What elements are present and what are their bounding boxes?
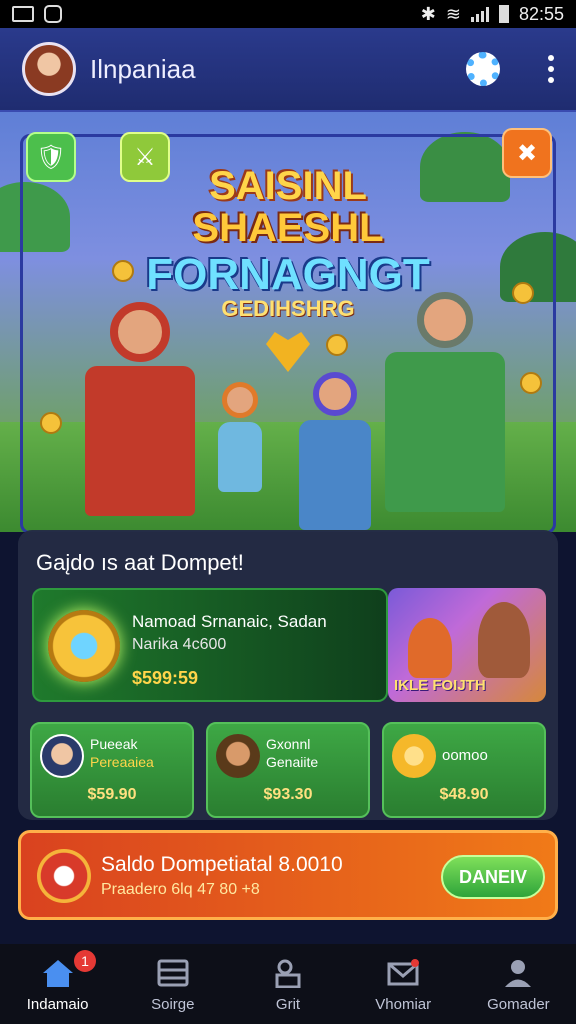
- app-title: Ilnpaniaa: [90, 53, 196, 84]
- promo-thumbnail[interactable]: IKLE FOIJTH: [388, 588, 546, 702]
- thumbnail-label: IKLE FOIJTH: [394, 677, 486, 694]
- item-name: oomoo: [442, 747, 488, 764]
- mail-icon: [387, 959, 420, 986]
- wifi-icon: ≋: [445, 3, 461, 24]
- item-card[interactable]: Gxonnl Genaiite $93.30: [206, 722, 370, 818]
- kebab-menu-icon[interactable]: [548, 55, 554, 83]
- camera-notification-icon: [44, 5, 62, 23]
- promo-price: $599:59: [132, 668, 199, 688]
- item-price: $59.90: [87, 786, 137, 803]
- coin-icon: [392, 734, 436, 778]
- banner-title: Saldo Dompetiatal 8.0010: [101, 853, 343, 876]
- item-subname: Pereaaiea: [90, 754, 154, 770]
- nav-item-profile[interactable]: Gomader: [461, 944, 576, 1024]
- item-price: $93.30: [263, 786, 313, 803]
- avatar-icon: [216, 734, 260, 778]
- thumbnail-character: [408, 618, 452, 678]
- balance-banner: Saldo Dompetiatal 8.0010 Praadero 6lq 47…: [18, 830, 558, 920]
- nav-label: Indamaio: [26, 996, 89, 1013]
- nav-label: Soirge: [151, 996, 195, 1013]
- status-bar: ✱ ≋ 82:55: [0, 0, 576, 28]
- promo-card[interactable]: Namoad Srnanaic, Sadan Narika 4c600 $599…: [32, 588, 388, 702]
- bluetooth-icon: ✱: [420, 3, 436, 24]
- promo-title: Namoad Srnanaic, Sadan: [132, 612, 327, 631]
- banner-action-button[interactable]: DANEIV: [441, 855, 545, 899]
- item-name: Pueeak: [90, 736, 138, 752]
- avatar[interactable]: [22, 42, 76, 96]
- hero-character-green: [370, 292, 520, 512]
- battery-icon: [498, 5, 509, 23]
- coin-icon: [520, 372, 542, 394]
- hero-character-blue: [290, 372, 380, 530]
- notification-badge: 1: [74, 950, 96, 972]
- profile-icon: [505, 960, 532, 987]
- hero-banner[interactable]: 🛡 ⚔ ✖ SAISINL SHAESHL FORNAGNGT GEDIHSHR…: [0, 112, 576, 532]
- hero-title-line1: SAISINL: [209, 164, 367, 208]
- home-icon: [42, 960, 73, 987]
- status-time: 82:55: [518, 3, 564, 24]
- banner-subtitle: Praadero 6lq 47 80 +8: [101, 881, 260, 898]
- wallet-heading: Gaįdo ıs aat Dompet!: [36, 550, 244, 575]
- nav-label: Gomader: [487, 996, 550, 1013]
- nav-item-store[interactable]: Soirge: [115, 944, 230, 1024]
- hero-character-small: [210, 382, 270, 492]
- bottom-nav: 1 Indamaio Soirge Grit Vhomiar Gomader: [0, 944, 576, 1024]
- nav-label: Vhomiar: [375, 996, 432, 1013]
- nav-item-gift[interactable]: Grit: [230, 944, 345, 1024]
- promo-subtitle: Narika 4c600: [132, 636, 227, 653]
- gallery-notification-icon: [12, 6, 34, 22]
- nav-item-mail[interactable]: Vhomiar: [346, 944, 461, 1024]
- hero-title-line2: SHAESHL: [192, 206, 384, 250]
- coin-icon: [326, 334, 348, 356]
- gear-icon[interactable]: [466, 52, 500, 86]
- gem-coin-icon: [48, 610, 120, 682]
- wallet-panel: Gaįdo ıs aat Dompet! Namoad Srnanaic, Sa…: [18, 530, 558, 820]
- avatar-icon: [40, 734, 84, 778]
- hero-character-red: [70, 302, 210, 516]
- item-price: $48.90: [439, 786, 489, 803]
- signal-icon: [470, 6, 489, 22]
- coin-icon: [112, 260, 134, 282]
- shield-badge-icon: [37, 849, 91, 903]
- item-card[interactable]: Pueeak Pereaaiea $59.90: [30, 722, 194, 818]
- coin-icon: [40, 412, 62, 434]
- item-name: Gxonnl: [266, 736, 311, 752]
- item-card[interactable]: oomoo $48.90: [382, 722, 546, 818]
- nav-item-home[interactable]: 1 Indamaio: [0, 944, 115, 1024]
- app-header: Ilnpaniaa: [0, 28, 576, 112]
- nav-label: Grit: [275, 996, 301, 1013]
- gift-icon: [275, 959, 301, 988]
- store-icon: [157, 959, 189, 987]
- thumbnail-character: [478, 602, 530, 678]
- item-subname: Genaiite: [266, 754, 319, 770]
